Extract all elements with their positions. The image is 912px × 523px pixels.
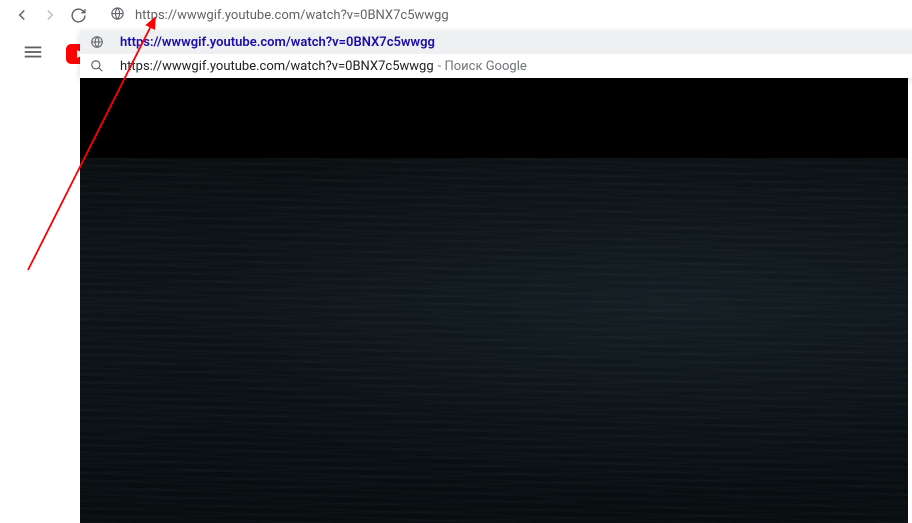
arrow-right-icon <box>41 6 59 24</box>
reload-button[interactable] <box>64 1 92 29</box>
suggestion-tail: - Поиск Google <box>438 59 527 74</box>
hamburger-icon <box>22 41 44 63</box>
globe-icon <box>110 6 125 25</box>
video-player[interactable] <box>80 78 908 523</box>
page-content <box>0 30 912 523</box>
reload-icon <box>70 7 87 24</box>
globe-icon <box>90 35 106 49</box>
suggestion-text: https://wwwgif.youtube.com/watch?v=0BNX7… <box>120 59 434 74</box>
video-frame <box>80 158 908 523</box>
omnibox-suggestion[interactable]: https://wwwgif.youtube.com/watch?v=0BNX7… <box>80 54 912 78</box>
address-bar-url: https://wwwgif.youtube.com/watch?v=0BNX7… <box>135 8 449 23</box>
omnibox-suggestions: https://wwwgif.youtube.com/watch?v=0BNX7… <box>80 30 912 78</box>
search-icon <box>90 59 106 73</box>
suggestion-text: https://wwwgif.youtube.com/watch?v=0BNX7… <box>120 35 435 50</box>
back-button[interactable] <box>8 1 36 29</box>
omnibox-suggestion[interactable]: https://wwwgif.youtube.com/watch?v=0BNX7… <box>80 30 912 54</box>
menu-button[interactable] <box>16 35 50 73</box>
address-bar[interactable]: https://wwwgif.youtube.com/watch?v=0BNX7… <box>100 2 904 28</box>
forward-button[interactable] <box>36 1 64 29</box>
browser-toolbar: https://wwwgif.youtube.com/watch?v=0BNX7… <box>0 0 912 30</box>
arrow-left-icon <box>13 6 31 24</box>
